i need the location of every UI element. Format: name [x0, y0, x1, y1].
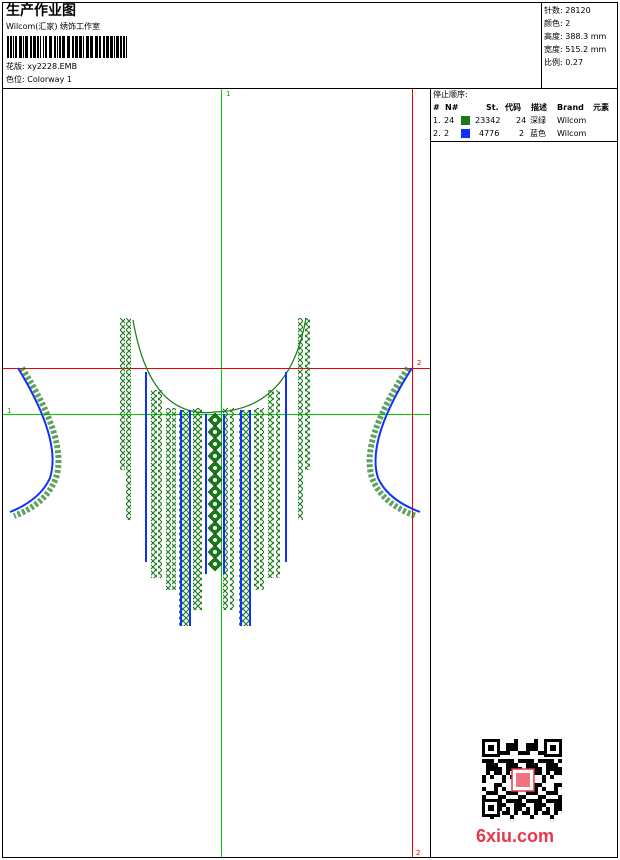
stitch-column [120, 318, 125, 470]
diamond-eye [213, 442, 217, 446]
diamond-eye [213, 430, 217, 434]
diamond-eye [213, 454, 217, 458]
diamond-eye [213, 502, 217, 506]
blue-stitch-line [145, 372, 147, 562]
qr-code-icon [482, 739, 562, 819]
diamond-eye [213, 490, 217, 494]
stitch-column [298, 318, 303, 520]
diamond-eye [213, 466, 217, 470]
stitch-column [158, 390, 162, 578]
diamond-eye [213, 562, 217, 566]
stitch-column [166, 408, 171, 590]
watermark-text: 6xiu.com [476, 826, 555, 846]
stitch-column [230, 408, 234, 610]
stitch-column [305, 318, 310, 470]
stitch-column [172, 408, 176, 590]
stitch-column [254, 408, 259, 590]
stitch-column [198, 408, 202, 610]
stitch-column [268, 390, 274, 578]
diamond-eye [213, 418, 217, 422]
embroidery-design [9, 317, 421, 626]
blue-stitch-line [249, 410, 251, 626]
blue-stitch-line [180, 410, 182, 626]
stitch-column [151, 390, 157, 578]
stitch-column [126, 318, 131, 520]
left-side-curve [9, 367, 54, 513]
blue-stitch-line [285, 372, 287, 562]
diamond-eye [213, 514, 217, 518]
blue-stitch-line [189, 410, 191, 626]
diamond-eye [213, 550, 217, 554]
diamond-eye [213, 538, 217, 542]
diamond-eye [213, 478, 217, 482]
stitch-column [260, 408, 264, 590]
stitch-column [276, 390, 280, 578]
blue-stitch-line [240, 410, 242, 626]
stitch-column [193, 408, 198, 610]
diamond-eye [213, 526, 217, 530]
